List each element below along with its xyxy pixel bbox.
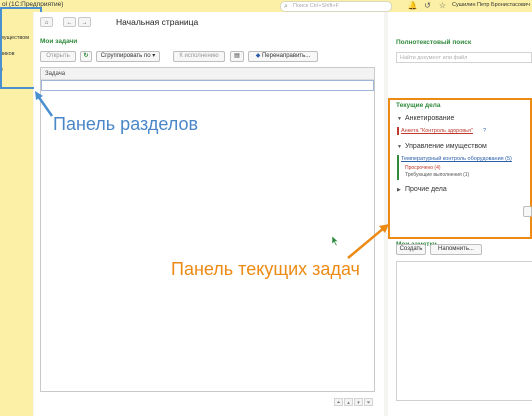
down-icon: ▾	[357, 400, 360, 406]
chevron-down-icon: ▼	[397, 144, 402, 150]
double-up-icon: ⏶	[336, 400, 341, 406]
scroll-down-button[interactable]: ▾	[354, 398, 363, 406]
star-icon[interactable]: ☆	[437, 0, 448, 11]
home-button[interactable]: ⌂	[40, 17, 53, 27]
open-button[interactable]: Открыть	[40, 51, 76, 62]
home-icon: ⌂	[44, 20, 49, 26]
global-search-input[interactable]: ⌕ Поиск Ctrl+Shift+F	[280, 1, 392, 12]
table-row[interactable]	[41, 80, 374, 91]
temperature-control-link[interactable]: Температурный контроль оборудования (5)	[401, 156, 512, 162]
chevron-down-icon: ▼	[397, 116, 402, 122]
survey-item-link[interactable]: Анкета "Контроль здоровья"	[401, 128, 473, 134]
to-execution-button[interactable]: К исполнению	[173, 51, 225, 62]
back-button[interactable]: ←	[63, 17, 76, 27]
overdue-count[interactable]: Просрочено (4)	[405, 165, 441, 171]
search-icon: ⌕	[284, 3, 288, 10]
history-icon[interactable]: ↺	[422, 0, 433, 11]
user-name[interactable]: Сушилин Петр Бронистасович	[452, 2, 530, 8]
redirect-label: Перенаправить...	[261, 53, 311, 59]
refresh-button[interactable]: ↻	[80, 51, 92, 62]
remind-button[interactable]: Напомнить...	[430, 244, 482, 255]
chevron-right-icon: ▶	[397, 187, 401, 193]
scroll-top-button[interactable]: ⏶	[334, 398, 343, 406]
tasks-callout-label: Панель текущих задач	[171, 259, 360, 279]
page-title: Начальная страница	[116, 17, 199, 27]
mouse-cursor-icon	[332, 236, 339, 246]
double-down-icon: ⏷	[366, 400, 371, 406]
global-search-placeholder: Поиск Ctrl+Shift+F	[293, 3, 340, 9]
right-panel: Полнотекстовый поиск Найти документ или …	[388, 12, 532, 416]
property-marker	[397, 155, 399, 180]
scroll-bottom-button[interactable]: ⏷	[364, 398, 373, 406]
pending-count[interactable]: Требующие выполнения (1)	[405, 172, 469, 178]
arrow-right-icon: →	[81, 20, 88, 26]
settings-button[interactable]	[523, 206, 532, 217]
help-icon[interactable]: ?	[483, 128, 486, 134]
current-tasks-title: Текущие дела	[396, 102, 441, 109]
create-note-button[interactable]: Создать	[396, 244, 426, 255]
notes-area[interactable]	[396, 261, 532, 401]
group-property[interactable]: ▼ Управление имуществом	[397, 143, 487, 150]
column-header-task[interactable]: Задача	[41, 68, 374, 80]
refresh-icon: ↻	[83, 53, 89, 59]
document-icon: ▤	[234, 53, 240, 59]
my-tasks-title: Мои задачи	[40, 38, 78, 45]
chevron-down-icon: ▾	[152, 53, 156, 59]
main-panel: ⌂ ← → Начальная страница Мои задачи Откр…	[34, 12, 384, 416]
redirect-icon: ◆	[255, 53, 261, 59]
group-by-button[interactable]: Сгруппировать по ▾	[96, 51, 160, 62]
sections-callout-label: Панель разделов	[53, 114, 199, 134]
fulltext-search-title: Полнотекстовый поиск	[396, 39, 472, 46]
group-survey[interactable]: ▼ Анкетирование	[397, 115, 454, 122]
scroll-up-button[interactable]: ▴	[344, 398, 353, 406]
forward-button[interactable]: →	[78, 17, 91, 27]
survey-marker	[397, 127, 399, 135]
up-icon: ▴	[347, 400, 350, 406]
arrow-left-icon: ←	[66, 20, 73, 26]
group-by-label: Сгруппировать по	[100, 53, 151, 59]
redirect-button[interactable]: ◆ Перенаправить...	[248, 51, 318, 62]
bell-icon[interactable]: 🔔	[407, 0, 418, 11]
fulltext-search-input[interactable]: Найти документ или файл	[396, 52, 532, 63]
export-button[interactable]: ▤	[230, 51, 244, 62]
group-other[interactable]: ▶ Прочие дела	[397, 186, 447, 193]
